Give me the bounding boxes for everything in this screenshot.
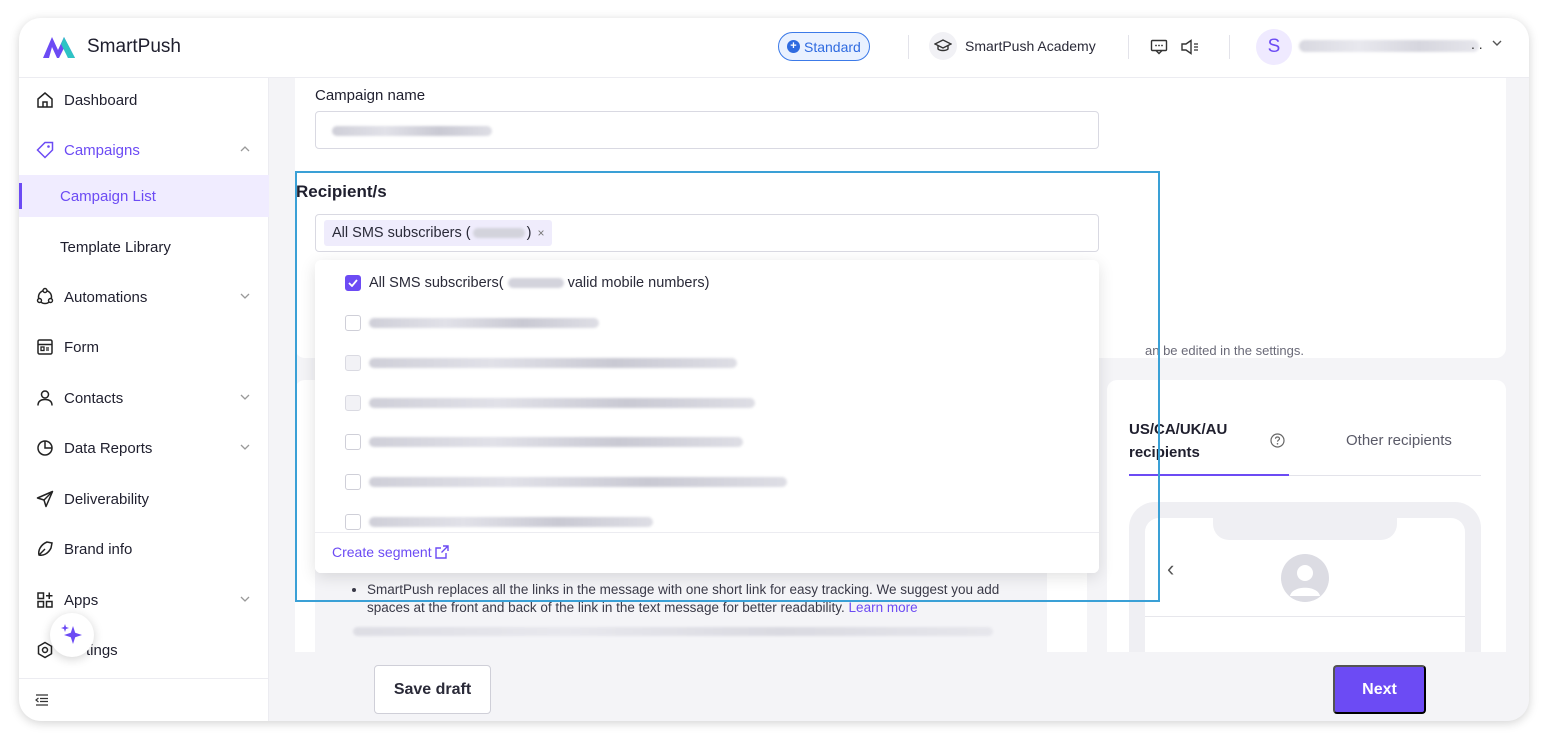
brand-icon [38,541,53,556]
divider [1229,35,1230,59]
apps-icon [37,592,53,608]
user-name-ellipsis: . . [1471,36,1483,52]
campaign-name-label: Campaign name [315,87,426,104]
pie-chart-icon [37,440,53,456]
sidebar-item-automations[interactable]: Automations [19,277,269,317]
sidebar-item-dashboard[interactable]: Dashboard [19,80,269,120]
campaign-name-input[interactable] [315,111,1099,149]
sidebar-item-label: Brand info [64,540,133,558]
sidebar-item-label: Form [64,338,99,356]
smartpush-logo-icon [43,37,75,58]
learn-more-link[interactable]: Learn more [849,600,918,615]
ai-assistant-button[interactable] [50,613,94,657]
chevron-left-icon: ‹ [1167,556,1175,581]
settings-note: an be edited in the settings. [1145,343,1305,358]
top-bar: SmartPush + Standard SmartPush Academy S… [19,18,1529,78]
contact-avatar-icon [1281,554,1329,602]
academy-label: SmartPush Academy [965,38,1096,54]
campaign-name-redacted [332,126,492,136]
sidebar-item-label: Deliverability [64,490,150,508]
sidebar-item-label: Apps [64,591,99,609]
feedback-icon[interactable] [1148,36,1170,58]
sidebar-item-campaign-list[interactable]: Campaign List [19,175,269,217]
academy-link[interactable]: SmartPush Academy [929,32,1096,60]
sidebar-item-apps[interactable]: Apps [19,580,269,620]
form-icon [37,339,53,355]
avatar[interactable]: S [1256,29,1292,65]
automation-icon [36,287,54,305]
chevron-down-icon [240,596,250,602]
sidebar-item-label: Template Library [60,238,171,256]
sidebar-item-label: Data Reports [64,439,153,457]
highlight-box [295,171,1160,602]
sidebar-item-label: Campaign List [60,187,156,205]
help-icon[interactable] [1270,433,1285,448]
divider [908,35,909,59]
plan-badge[interactable]: + Standard [778,32,870,61]
app-logo[interactable]: SmartPush [41,34,181,60]
sidebar-item-contacts[interactable]: Contacts [19,378,269,418]
tab-other-recipients[interactable]: Other recipients [1346,432,1452,449]
phone-notch [1213,518,1397,540]
sidebar-item-template-library[interactable]: Template Library [19,226,269,268]
sidebar-item-deliverability[interactable]: Deliverability [19,479,269,519]
app-name: SmartPush [87,36,181,57]
plus-icon: + [787,40,800,53]
sidebar-item-label: Dashboard [64,91,138,109]
chevron-down-icon [240,444,250,450]
tag-icon [36,141,54,159]
home-icon [37,92,53,108]
sidebar-item-form[interactable]: Form [19,327,269,367]
sidebar-item-label: Campaigns [64,141,140,159]
phone-divider [1145,616,1465,617]
sidebar-item-data-reports[interactable]: Data Reports [19,428,269,468]
chevron-down-icon [240,293,250,299]
graduation-cap-icon [929,32,957,60]
chevron-down-icon[interactable] [1492,38,1502,50]
sidebar-item-label: Automations [64,288,148,306]
chevron-down-icon [240,394,250,400]
chevron-up-icon [240,146,250,152]
announcement-icon[interactable] [1179,36,1201,58]
divider [1128,35,1129,59]
person-icon [37,390,53,406]
collapse-menu-icon[interactable] [35,694,49,706]
sidebar-item-campaigns[interactable]: Campaigns [19,130,269,170]
sparkle-icon [61,624,82,644]
next-button[interactable]: Next [1333,665,1426,714]
sidebar-item-label: Contacts [64,389,124,407]
send-icon [36,490,54,508]
save-draft-button[interactable]: Save draft [374,665,491,714]
sidebar-footer [19,678,269,721]
plan-badge-label: Standard [804,38,861,55]
sidebar-item-brand-info[interactable]: Brand info [19,529,269,569]
user-name-redacted [1299,40,1479,52]
tip-redacted [353,627,993,636]
